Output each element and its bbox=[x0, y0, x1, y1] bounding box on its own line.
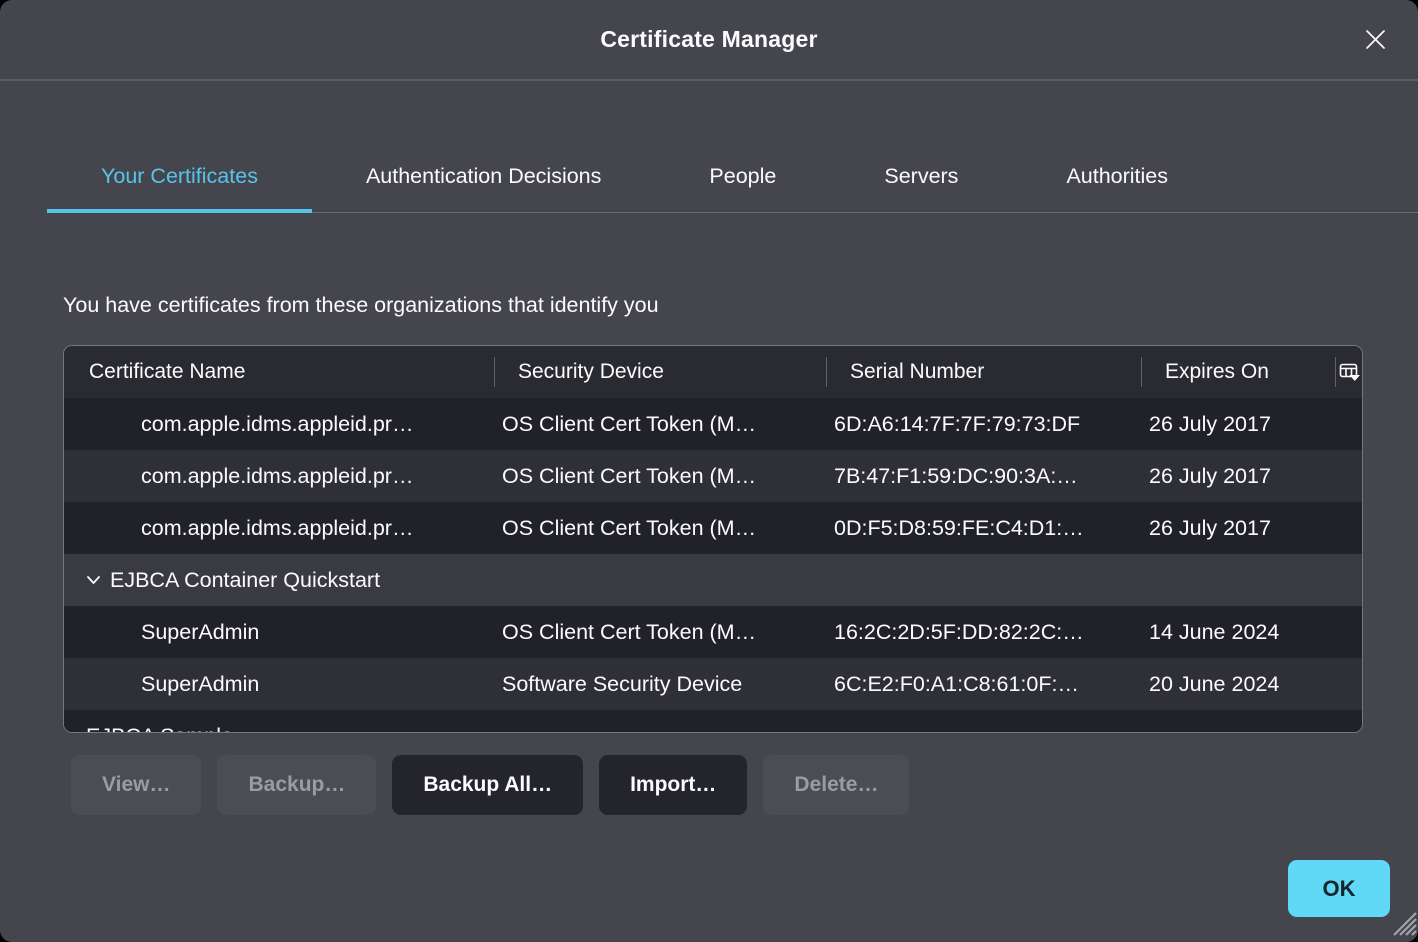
cell-security-device: OS Client Cert Token (M… bbox=[494, 502, 826, 554]
group-label: EJBCA Container Quickstart bbox=[110, 568, 380, 593]
certificates-table: Certificate Name Security Device Serial … bbox=[63, 345, 1363, 733]
tab-authentication-decisions[interactable]: Authentication Decisions bbox=[312, 140, 655, 212]
cell-serial-number: 16:2C:2D:5F:DD:82:2C:… bbox=[826, 606, 1141, 658]
cell-security-device: OS Client Cert Token (M… bbox=[494, 606, 826, 658]
certificate-group-row[interactable]: EJBCA Container Quickstart bbox=[64, 554, 1362, 606]
column-header-certificate-name[interactable]: Certificate Name bbox=[64, 346, 494, 398]
column-header-serial-number[interactable]: Serial Number bbox=[826, 346, 1141, 398]
backup-button: Backup… bbox=[217, 755, 376, 815]
certificates-description: You have certificates from these organiz… bbox=[63, 293, 659, 318]
table-row[interactable]: SuperAdminOS Client Cert Token (M…16:2C:… bbox=[64, 606, 1362, 658]
cell-certificate-name: com.apple.idms.appleid.pr… bbox=[64, 450, 494, 502]
cell-certificate-name: com.apple.idms.appleid.pr… bbox=[64, 502, 494, 554]
column-header-label: Security Device bbox=[518, 360, 664, 384]
column-divider bbox=[826, 357, 827, 387]
tab-bar: Your Certificates Authentication Decisio… bbox=[47, 140, 1418, 213]
cell-spacer bbox=[1335, 450, 1362, 502]
tab-your-certificates[interactable]: Your Certificates bbox=[47, 140, 312, 212]
certificate-manager-dialog: Certificate Manager Your Certificates Au… bbox=[0, 0, 1418, 942]
tab-people[interactable]: People bbox=[655, 140, 830, 212]
resize-grip[interactable] bbox=[1389, 908, 1417, 941]
cell-serial-number: 0D:F5:D8:59:FE:C4:D1:… bbox=[826, 502, 1141, 554]
cell-certificate-name: com.apple.idms.appleid.pr… bbox=[64, 398, 494, 450]
cell-spacer bbox=[1335, 658, 1362, 710]
column-header-label: Certificate Name bbox=[89, 360, 245, 384]
cell-expires-on: 26 July 2017 bbox=[1141, 450, 1335, 502]
close-icon[interactable] bbox=[1358, 23, 1392, 57]
table-row[interactable]: com.apple.idms.appleid.pr…OS Client Cert… bbox=[64, 398, 1362, 450]
column-header-security-device[interactable]: Security Device bbox=[494, 346, 826, 398]
table-body: com.apple.idms.appleid.pr…OS Client Cert… bbox=[64, 398, 1362, 733]
cell-expires-on: 14 June 2024 bbox=[1141, 606, 1335, 658]
chevron-down-icon bbox=[86, 575, 101, 585]
dialog-titlebar: Certificate Manager bbox=[0, 0, 1418, 81]
table-header-row: Certificate Name Security Device Serial … bbox=[64, 346, 1362, 398]
column-divider bbox=[494, 357, 495, 387]
group-label: EJBCA Sample bbox=[86, 724, 233, 734]
column-header-label: Expires On bbox=[1165, 360, 1269, 384]
action-button-bar: View… Backup… Backup All… Import… Delete… bbox=[71, 755, 909, 815]
cell-spacer bbox=[1335, 398, 1362, 450]
cell-security-device: OS Client Cert Token (M… bbox=[494, 450, 826, 502]
cell-spacer bbox=[1335, 502, 1362, 554]
table-row[interactable]: SuperAdminSoftware Security Device6C:E2:… bbox=[64, 658, 1362, 710]
cell-expires-on: 26 July 2017 bbox=[1141, 502, 1335, 554]
cell-serial-number: 6C:E2:F0:A1:C8:61:0F:… bbox=[826, 658, 1141, 710]
view-button: View… bbox=[71, 755, 201, 815]
tab-authorities[interactable]: Authorities bbox=[1012, 140, 1222, 212]
cell-security-device: Software Security Device bbox=[494, 658, 826, 710]
tab-servers[interactable]: Servers bbox=[830, 140, 1012, 212]
column-header-label: Serial Number bbox=[850, 360, 984, 384]
column-header-expires-on[interactable]: Expires On bbox=[1141, 346, 1335, 398]
cell-security-device: OS Client Cert Token (M… bbox=[494, 398, 826, 450]
table-row[interactable]: com.apple.idms.appleid.pr…OS Client Cert… bbox=[64, 450, 1362, 502]
import-button[interactable]: Import… bbox=[599, 755, 747, 815]
cell-certificate-name: SuperAdmin bbox=[64, 658, 494, 710]
certificate-group-row[interactable]: EJBCA Sample bbox=[64, 710, 1362, 733]
column-divider bbox=[1335, 357, 1336, 387]
dialog-title: Certificate Manager bbox=[600, 26, 817, 53]
column-picker-icon bbox=[1339, 362, 1361, 382]
backup-all-button[interactable]: Backup All… bbox=[392, 755, 583, 815]
cell-serial-number: 6D:A6:14:7F:7F:79:73:DF bbox=[826, 398, 1141, 450]
cell-expires-on: 26 July 2017 bbox=[1141, 398, 1335, 450]
delete-button: Delete… bbox=[763, 755, 909, 815]
cell-serial-number: 7B:47:F1:59:DC:90:3A:… bbox=[826, 450, 1141, 502]
cell-spacer bbox=[1335, 606, 1362, 658]
table-row[interactable]: com.apple.idms.appleid.pr…OS Client Cert… bbox=[64, 502, 1362, 554]
cell-certificate-name: SuperAdmin bbox=[64, 606, 494, 658]
column-divider bbox=[1141, 357, 1142, 387]
cell-expires-on: 20 June 2024 bbox=[1141, 658, 1335, 710]
column-picker-button[interactable] bbox=[1335, 346, 1362, 398]
ok-button[interactable]: OK bbox=[1288, 860, 1390, 917]
